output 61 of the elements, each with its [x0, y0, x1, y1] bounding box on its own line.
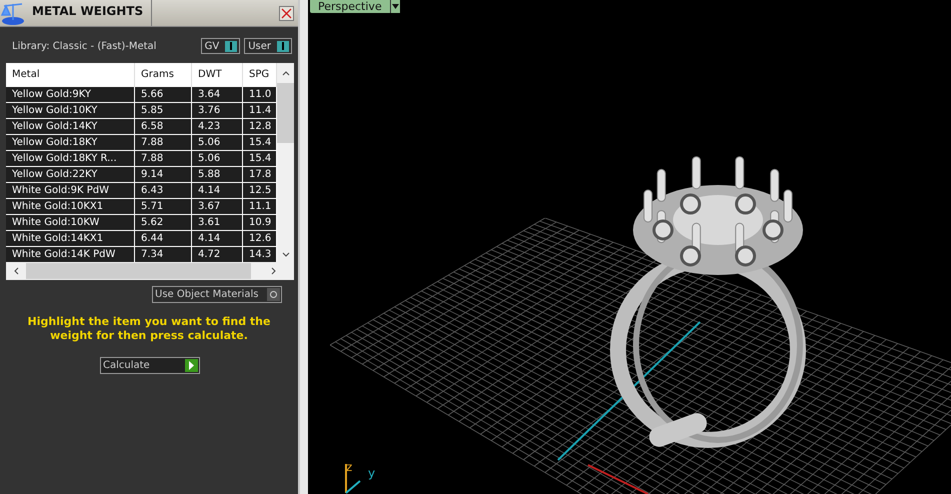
axis-gizmo-icon: [345, 464, 361, 494]
table-cell: 3.67: [192, 199, 243, 215]
table-cell: Yellow Gold:14KY: [6, 119, 135, 135]
use-object-materials-toggle[interactable]: Use Object Materials: [152, 286, 282, 303]
table-cell: 9.14: [135, 167, 192, 183]
table-cell: Yellow Gold:10KY: [6, 103, 135, 119]
table-cell: 17.8: [243, 167, 277, 183]
table-cell: 5.62: [135, 215, 192, 231]
table-cell: 5.06: [192, 151, 243, 167]
table-cell: 12.5: [243, 183, 277, 199]
table-cell: White Gold:14K PdW: [6, 247, 135, 262]
table-cell: 11.1: [243, 199, 277, 215]
table-cell: Yellow Gold:18KY R...: [6, 151, 135, 167]
axis-label: y: [368, 466, 376, 480]
calculate-button[interactable]: Calculate: [100, 357, 200, 374]
table-cell: 7.88: [135, 135, 192, 151]
table-cell: 6.58: [135, 119, 192, 135]
play-icon: [188, 361, 195, 370]
table-cell: 3.76: [192, 103, 243, 119]
table-cell: 12.8: [243, 119, 277, 135]
table-cell: 15.4: [243, 135, 277, 151]
table-cell: White Gold:10KW: [6, 215, 135, 231]
table-cell: 3.61: [192, 215, 243, 231]
view-selector[interactable]: Perspective: [310, 0, 390, 13]
table-cell: 11.4: [243, 103, 277, 119]
table-cell: 5.66: [135, 87, 192, 103]
vertical-scrollbar[interactable]: [277, 63, 294, 262]
library-label: Library: Classic - (Fast)-Metal: [12, 40, 156, 52]
table-cell: 4.14: [192, 231, 243, 247]
caret-icon: [392, 4, 399, 9]
table-cell: Yellow Gold:18KY: [6, 135, 135, 151]
table-cell: Yellow Gold:9KY: [6, 87, 135, 103]
circle-icon: [269, 290, 278, 299]
table-cell: 10.9: [243, 215, 277, 231]
table-cell: 4.72: [192, 247, 243, 262]
table-cell: 15.4: [243, 151, 277, 167]
table-cell: 3.64: [192, 87, 243, 103]
table-cell: 5.71: [135, 199, 192, 215]
table-cell: 12.6: [243, 231, 277, 247]
window-title: METAL WEIGHTS: [26, 0, 152, 26]
table-cell: 6.44: [135, 231, 192, 247]
table-cell: 5.88: [192, 167, 243, 183]
table-cell: 4.23: [192, 119, 243, 135]
table-cell: 5.06: [192, 135, 243, 151]
table-cell: 5.85: [135, 103, 192, 119]
dropdown-button[interactable]: [390, 0, 400, 13]
table-cell: 6.43: [135, 183, 192, 199]
table-cell: White Gold:10KX1: [6, 199, 135, 215]
toggle-button[interactable]: GV: [200, 38, 240, 54]
table-cell: 11.0: [243, 87, 277, 103]
close-button[interactable]: [279, 6, 294, 20]
table-cell: White Gold:14KX1: [6, 231, 135, 247]
table-cell: 7.34: [135, 247, 192, 262]
toggle-button[interactable]: User: [244, 38, 292, 54]
table-cell: Yellow Gold:22KY: [6, 167, 135, 183]
table-cell: 7.88: [135, 151, 192, 167]
table-cell: White Gold:9K PdW: [6, 183, 135, 199]
table-cell: 4.14: [192, 183, 243, 199]
instruction-text: Highlight the item you want to find the weight for then press calculate.: [26, 314, 272, 343]
horizontal-scrollbar[interactable]: [6, 262, 294, 280]
table-cell: 14.3: [243, 247, 277, 262]
